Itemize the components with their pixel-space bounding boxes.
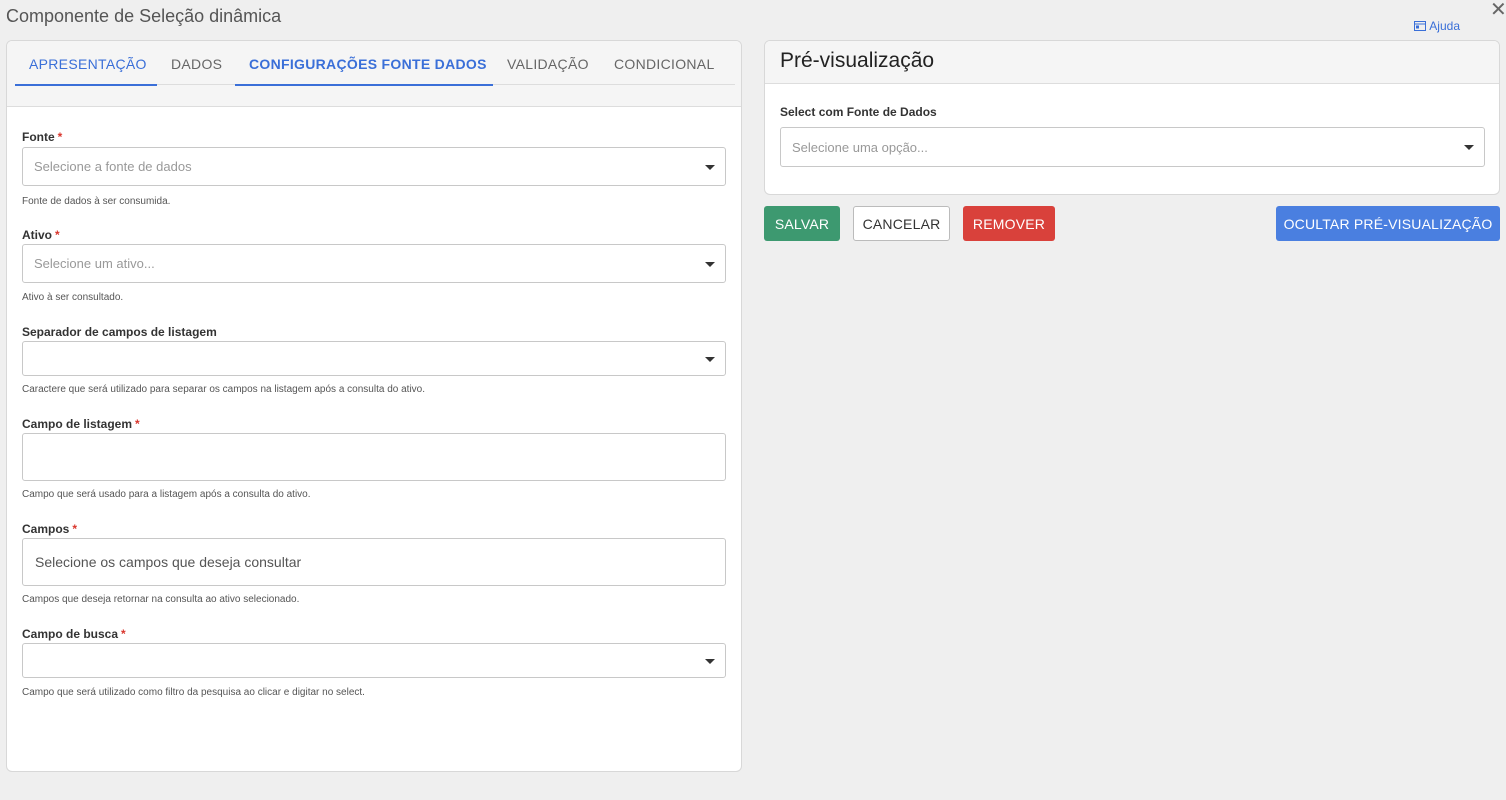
dialog-title: Componente de Seleção dinâmica bbox=[6, 6, 282, 26]
tab-condicional[interactable]: CONDICIONAL bbox=[600, 41, 735, 85]
campo-listagem-help: Campo que será usado para a listagem apó… bbox=[22, 489, 311, 500]
tab-list: APRESENTAÇÃO DADOS CONFIGURAÇÕES FONTE D… bbox=[15, 41, 735, 86]
help-link-label: Ajuda bbox=[1429, 19, 1460, 33]
tab-apresentacao[interactable]: APRESENTAÇÃO bbox=[15, 41, 157, 86]
required-marker: * bbox=[135, 417, 140, 431]
help-window-icon bbox=[1414, 21, 1427, 31]
preview-select[interactable]: Selecione uma opção... bbox=[780, 127, 1485, 167]
ativo-placeholder: Selecione um ativo... bbox=[34, 256, 155, 271]
tab-dados[interactable]: DADOS bbox=[157, 41, 235, 85]
preview-select-label: Select com Fonte de Dados bbox=[780, 105, 937, 119]
tab-validacao[interactable]: VALIDAÇÃO bbox=[493, 41, 600, 85]
preview-panel: Pré-visualização Select com Fonte de Dad… bbox=[764, 40, 1500, 195]
campo-busca-label: Campo de busca * bbox=[22, 627, 126, 641]
tab-configuracoes-fonte-dados[interactable]: CONFIGURAÇÕES FONTE DADOS bbox=[235, 41, 493, 86]
caret-down-icon bbox=[705, 261, 715, 267]
campo-listagem-input[interactable] bbox=[22, 433, 726, 481]
fonte-select[interactable]: Selecione a fonte de dados bbox=[22, 147, 726, 186]
fonte-help: Fonte de dados à ser consumida. bbox=[22, 196, 171, 207]
campo-listagem-label: Campo de listagem * bbox=[22, 417, 140, 431]
tabs-bar: APRESENTAÇÃO DADOS CONFIGURAÇÕES FONTE D… bbox=[7, 41, 741, 107]
preview-select-placeholder: Selecione uma opção... bbox=[792, 139, 928, 155]
help-link[interactable]: Ajuda bbox=[1414, 19, 1460, 33]
ativo-label: Ativo * bbox=[22, 228, 60, 242]
ativo-help: Ativo à ser consultado. bbox=[22, 292, 124, 303]
separador-label: Separador de campos de listagem bbox=[22, 325, 217, 339]
campos-label: Campos * bbox=[22, 522, 78, 536]
campo-busca-help: Campo que será utilizado como filtro da … bbox=[22, 687, 365, 698]
required-marker: * bbox=[72, 522, 78, 536]
campo-busca-select[interactable] bbox=[22, 643, 726, 678]
caret-down-icon bbox=[1464, 145, 1474, 150]
cancel-button[interactable]: CANCELAR bbox=[853, 206, 950, 241]
hide-preview-button[interactable]: OCULTAR PRÉ-VISUALIZAÇÃO bbox=[1276, 206, 1500, 241]
save-button[interactable]: SALVAR bbox=[764, 206, 840, 241]
caret-down-icon bbox=[705, 356, 715, 362]
required-marker: * bbox=[55, 228, 60, 242]
campos-multiselect[interactable]: Selecione os campos que deseja consultar bbox=[22, 538, 726, 586]
ativo-select[interactable]: Selecione um ativo... bbox=[22, 244, 726, 283]
fonte-placeholder: Selecione a fonte de dados bbox=[34, 159, 192, 174]
remove-button[interactable]: REMOVER bbox=[963, 206, 1055, 241]
required-marker: * bbox=[57, 130, 63, 144]
config-panel: APRESENTAÇÃO DADOS CONFIGURAÇÕES FONTE D… bbox=[6, 40, 742, 772]
close-icon[interactable]: ✕ bbox=[1490, 0, 1506, 22]
fonte-label: Fonte * bbox=[22, 130, 63, 144]
campos-placeholder: Selecione os campos que deseja consultar bbox=[35, 554, 302, 570]
preview-title: Pré-visualização bbox=[765, 41, 1499, 84]
separador-select[interactable] bbox=[22, 341, 726, 376]
separador-help: Caractere que será utilizado para separa… bbox=[22, 384, 426, 395]
campos-help: Campos que deseja retornar na consulta a… bbox=[22, 594, 300, 605]
caret-down-icon bbox=[705, 658, 715, 664]
required-marker: * bbox=[121, 627, 126, 641]
caret-down-icon bbox=[705, 164, 715, 170]
config-form: Fonte * Selecione a fonte de dados Fonte … bbox=[7, 130, 741, 698]
